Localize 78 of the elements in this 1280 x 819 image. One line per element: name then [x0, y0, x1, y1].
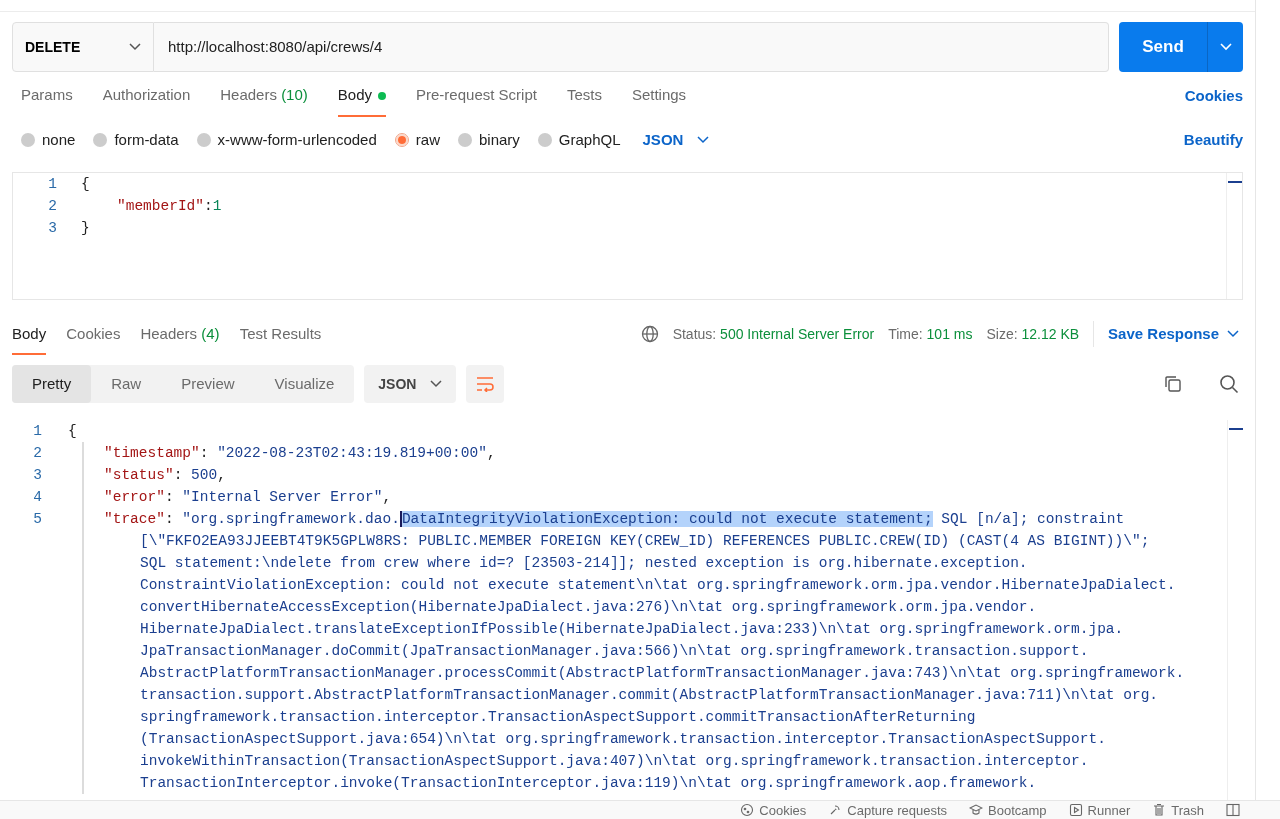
line-number: 5: [32, 510, 42, 529]
line-number: 1: [47, 175, 57, 194]
request-tab[interactable]: Authorization: [102, 75, 191, 117]
status-bar-item[interactable]: Cookies: [740, 802, 807, 818]
status-bar-item[interactable]: Trash: [1152, 802, 1204, 818]
response-tab[interactable]: Cookies: [66, 312, 121, 356]
line-number: 2: [32, 444, 42, 463]
caret-icon: [129, 43, 141, 51]
request-tab[interactable]: Body: [337, 75, 386, 117]
beautify-link[interactable]: Beautify: [1183, 128, 1243, 152]
code-text: SQL [n/a]; constraint: [940, 511, 1125, 527]
response-tab[interactable]: Headers (4): [140, 312, 220, 356]
selected-text: DataIntegrityViolationException: could not execute statement;: [399, 511, 933, 527]
line-number: 2: [47, 197, 57, 216]
wrap-lines-icon: [475, 376, 496, 392]
code-text: [\"FKFO2EA93JJEEBT4T9K5GPLW8RS: PUBLIC.MEMBER FOREIGN KEY(CREW_ID) REFERENCES PUBLIC.CREW(ID) (CAST(4 AS BIGINT))\";: [140, 533, 1150, 549]
status-bar-item[interactable]: Bootcamp: [969, 802, 1047, 818]
view-mode-tab[interactable]: Raw: [91, 365, 162, 403]
line-number: 1: [32, 422, 42, 441]
caret-icon: [1219, 43, 1232, 51]
code-text: AbstractPlatformTransactionManager.processCommit(AbstractPlatformTransactionManager.java:743)\n\tat org.springframework.: [140, 665, 1185, 681]
two-pane-icon[interactable]: [1226, 803, 1240, 817]
body-type-radio[interactable]: x-www-form-urlencoded: [196, 128, 377, 152]
body-type-radio[interactable]: raw: [394, 128, 440, 152]
code-text: convertHibernateAccessException(HibernateJpaDialect.java:276)\n\tat org.springframework.orm.jpa.vendor.: [140, 599, 1037, 615]
request-tab[interactable]: Tests: [566, 75, 602, 117]
body-format-dropdown[interactable]: JSON: [638, 128, 710, 152]
code-text: {: [68, 423, 77, 439]
view-mode-tab[interactable]: Pretty: [12, 365, 92, 403]
code-text: "trace": "org.springframework.dao.: [104, 511, 400, 527]
code-text: TransactionInterceptor.invoke(TransactionInterceptor.java:119)\n\tat org.springframework.aop.framework.: [140, 775, 1037, 791]
cookies-link[interactable]: Cookies: [1184, 84, 1243, 108]
code-text: "status": 500,: [104, 467, 226, 483]
save-response-button[interactable]: Save Response: [1093, 320, 1243, 348]
url-field[interactable]: http://localhost:8080/api/crews/4: [154, 22, 1109, 72]
code-text: ConstraintViolationException: could not execute statement\n\tat org.springframework.orm.jpa.vendor.HibernateJpaDialect.: [140, 577, 1176, 593]
code-text: SQL statement:\ndelete from crew where id=? [23503-214]]; nested exception is org.hibernate.exception.: [140, 555, 1028, 571]
status-bar-item[interactable]: Capture requests: [828, 802, 948, 818]
line-number: 3: [47, 219, 57, 238]
response-meta-text: Time: 101 ms: [888, 324, 973, 344]
globe-icon[interactable]: [640, 325, 659, 343]
code-text: "memberId":1: [117, 198, 222, 214]
code-text: springframework.transaction.interceptor.TransactionAspectSupport.commitTransactionAfterReturning: [140, 709, 976, 725]
code-text: {: [81, 176, 90, 192]
code-text: HibernateJpaDialect.translateExceptionIfPossible(HibernateJpaDialect.java:233)\n\tat org.springframework.orm.jpa.: [140, 621, 1124, 637]
caret-icon: [430, 380, 443, 388]
response-format-dropdown[interactable]: JSON: [364, 365, 457, 403]
cookie-icon: [740, 803, 755, 817]
code-text: (TransactionAspectSupport.java:654)\n\tat org.springframework.transaction.interceptor.TransactionAspectSupport.: [140, 731, 1106, 747]
request-tab[interactable]: Settings: [631, 75, 687, 117]
body-type-radio[interactable]: none: [21, 128, 76, 152]
code-text: JpaTransactionManager.doCommit(JpaTransactionManager.java:566)\n\tat org.springframework.transaction.support.: [140, 643, 1089, 659]
status-bar-item[interactable]: Runner: [1068, 802, 1131, 818]
response-tab[interactable]: Body: [12, 312, 47, 356]
trash-icon: [1152, 803, 1167, 817]
line-number: 4: [32, 488, 42, 507]
response-tab[interactable]: Test Results: [239, 312, 322, 356]
request-tab[interactable]: Pre-request Script: [416, 75, 537, 117]
code-text: }: [81, 220, 90, 236]
code-text: transaction.support.AbstractPlatformTransactionManager.commit(AbstractPlatformTransactionManager.java:711)\n\tat org.: [140, 687, 1159, 703]
code-text: invokeWithinTransaction(TransactionAspectSupport.java:407)\n\tat org.springframework.transaction.interceptor.: [140, 753, 1089, 769]
view-mode-tab[interactable]: Preview: [161, 365, 255, 403]
view-mode-tab[interactable]: Visualize: [254, 365, 355, 403]
graduation-cap-icon: [969, 803, 984, 817]
body-type-radio[interactable]: form-data: [93, 128, 179, 152]
play-icon: [1068, 803, 1083, 817]
request-tab[interactable]: Headers (10): [220, 75, 308, 117]
response-meta-text: Size: 12.12 KB: [986, 324, 1080, 344]
response-meta-text: Status: 500 Internal Server Error: [672, 324, 875, 344]
caret-icon: [697, 136, 710, 144]
method-dropdown[interactable]: DELETE: [12, 22, 154, 72]
body-type-radio[interactable]: binary: [457, 128, 520, 152]
body-type-radio[interactable]: GraphQL: [537, 128, 621, 152]
caret-icon: [1227, 330, 1239, 338]
code-text: "timestamp": "2022-08-23T02:43:19.819+00:00",: [104, 445, 496, 461]
code-text: "error": "Internal Server Error",: [104, 489, 392, 505]
request-tab[interactable]: Params: [21, 75, 73, 117]
line-number: 3: [32, 466, 42, 485]
